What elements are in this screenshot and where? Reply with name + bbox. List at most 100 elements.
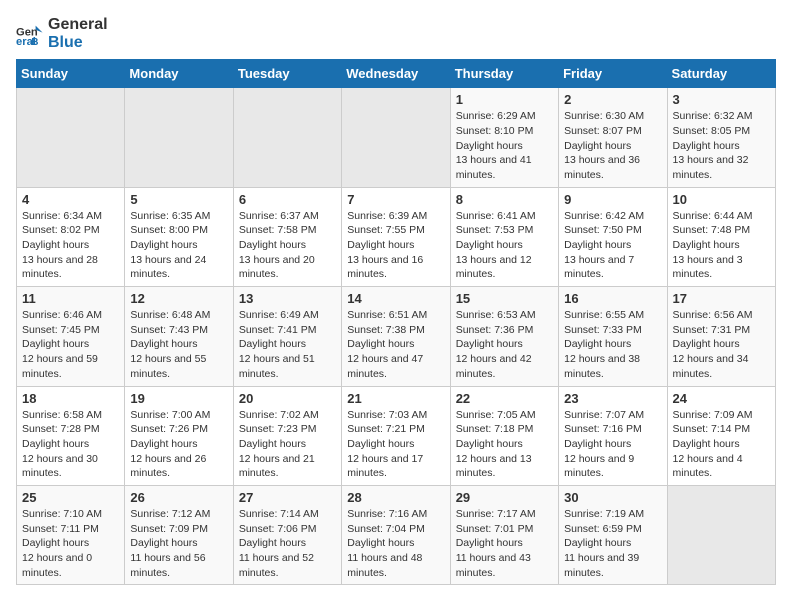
day-info: Sunrise: 6:48 AMSunset: 7:43 PMDaylight … [130, 308, 227, 381]
calendar-cell: 2Sunrise: 6:30 AMSunset: 8:07 PMDaylight… [559, 88, 667, 187]
calendar-cell: 8 Sunrise: 6:41 AMSunset: 7:53 PMDaylight… [450, 187, 558, 286]
calendar-week-row: 11 Sunrise: 6:46 AMSunset: 7:45 PMDayligh… [17, 287, 776, 386]
calendar-table: SundayMondayTuesdayWednesdayThursdayFrid… [16, 59, 776, 585]
calendar-cell: 29 Sunrise: 7:17 AMSunset: 7:01 PMDayligh… [450, 485, 558, 584]
weekday-header: Friday [559, 60, 667, 88]
calendar-cell [17, 88, 125, 187]
calendar-cell: 30Sunrise: 7:19 AMSunset: 6:59 PMDayligh… [559, 485, 667, 584]
calendar-cell: 12 Sunrise: 6:48 AMSunset: 7:43 PMDayligh… [125, 287, 233, 386]
day-number: 7 [347, 192, 444, 207]
calendar-cell: 3Sunrise: 6:32 AMSunset: 8:05 PMDaylight… [667, 88, 775, 187]
day-info: Sunrise: 6:35 AMSunset: 8:00 PMDaylight … [130, 209, 227, 282]
day-info: Sunrise: 6:41 AMSunset: 7:53 PMDaylight … [456, 209, 553, 282]
calendar-cell: 20 Sunrise: 7:02 AMSunset: 7:23 PMDayligh… [233, 386, 341, 485]
calendar-cell [667, 485, 775, 584]
day-info: Sunrise: 7:17 AMSunset: 7:01 PMDaylight … [456, 507, 553, 580]
day-info: Sunrise: 7:14 AMSunset: 7:06 PMDaylight … [239, 507, 336, 580]
day-info: Sunrise: 6:56 AMSunset: 7:31 PMDaylight … [673, 308, 770, 381]
calendar-cell: 18Sunrise: 6:58 AMSunset: 7:28 PMDayligh… [17, 386, 125, 485]
day-info: Sunrise: 7:00 AMSunset: 7:26 PMDaylight … [130, 408, 227, 481]
day-info: Sunrise: 6:34 AMSunset: 8:02 PMDaylight … [22, 209, 119, 282]
day-info: Sunrise: 6:29 AMSunset: 8:10 PMDaylight … [456, 109, 553, 182]
day-number: 20 [239, 391, 336, 406]
header: Gen eral B General Blue [16, 16, 776, 51]
day-number: 15 [456, 291, 553, 306]
day-info: Sunrise: 7:02 AMSunset: 7:23 PMDaylight … [239, 408, 336, 481]
calendar-cell [125, 88, 233, 187]
logo: Gen eral B General Blue [16, 16, 108, 51]
day-number: 8 [456, 192, 553, 207]
calendar-cell: 14 Sunrise: 6:51 AMSunset: 7:38 PMDayligh… [342, 287, 450, 386]
calendar-cell: 10 Sunrise: 6:44 AMSunset: 7:48 PMDayligh… [667, 187, 775, 286]
weekday-header: Saturday [667, 60, 775, 88]
weekday-header: Thursday [450, 60, 558, 88]
calendar-cell: 19 Sunrise: 7:00 AMSunset: 7:26 PMDayligh… [125, 386, 233, 485]
day-info: Sunrise: 6:55 AMSunset: 7:33 PMDaylight … [564, 308, 661, 381]
calendar-header-row: SundayMondayTuesdayWednesdayThursdayFrid… [17, 60, 776, 88]
day-info: Sunrise: 6:44 AMSunset: 7:48 PMDaylight … [673, 209, 770, 282]
day-info: Sunrise: 7:19 AMSunset: 6:59 PMDaylight … [564, 507, 661, 580]
calendar-cell: 7 Sunrise: 6:39 AMSunset: 7:55 PMDaylight… [342, 187, 450, 286]
calendar-cell [233, 88, 341, 187]
weekday-header: Tuesday [233, 60, 341, 88]
weekday-header: Wednesday [342, 60, 450, 88]
day-info: Sunrise: 6:30 AMSunset: 8:07 PMDaylight … [564, 109, 661, 182]
day-number: 10 [673, 192, 770, 207]
day-number: 13 [239, 291, 336, 306]
calendar-cell: 15 Sunrise: 6:53 AMSunset: 7:36 PMDayligh… [450, 287, 558, 386]
calendar-week-row: 25 Sunrise: 7:10 AMSunset: 7:11 PMDayligh… [17, 485, 776, 584]
logo-icon: Gen eral B [16, 20, 44, 48]
calendar-cell: 27 Sunrise: 7:14 AMSunset: 7:06 PMDayligh… [233, 485, 341, 584]
day-info: Sunrise: 6:51 AMSunset: 7:38 PMDaylight … [347, 308, 444, 381]
day-info: Sunrise: 6:42 AMSunset: 7:50 PMDaylight … [564, 209, 661, 282]
day-number: 21 [347, 391, 444, 406]
day-number: 24 [673, 391, 770, 406]
calendar-cell: 9Sunrise: 6:42 AMSunset: 7:50 PMDaylight… [559, 187, 667, 286]
weekday-header: Sunday [17, 60, 125, 88]
day-number: 14 [347, 291, 444, 306]
day-number: 17 [673, 291, 770, 306]
day-number: 18 [22, 391, 119, 406]
day-number: 5 [130, 192, 227, 207]
calendar-cell: 16 Sunrise: 6:55 AMSunset: 7:33 PMDayligh… [559, 287, 667, 386]
day-info: Sunrise: 7:16 AMSunset: 7:04 PMDaylight … [347, 507, 444, 580]
calendar-week-row: 18Sunrise: 6:58 AMSunset: 7:28 PMDayligh… [17, 386, 776, 485]
day-info: Sunrise: 7:05 AMSunset: 7:18 PMDaylight … [456, 408, 553, 481]
day-number: 19 [130, 391, 227, 406]
calendar-cell: 23Sunrise: 7:07 AMSunset: 7:16 PMDayligh… [559, 386, 667, 485]
day-number: 16 [564, 291, 661, 306]
calendar-cell: 28 Sunrise: 7:16 AMSunset: 7:04 PMDayligh… [342, 485, 450, 584]
day-number: 29 [456, 490, 553, 505]
calendar-cell [342, 88, 450, 187]
calendar-cell: 11 Sunrise: 6:46 AMSunset: 7:45 PMDayligh… [17, 287, 125, 386]
calendar-cell: 13Sunrise: 6:49 AMSunset: 7:41 PMDayligh… [233, 287, 341, 386]
day-number: 11 [22, 291, 119, 306]
calendar-cell: 4 Sunrise: 6:34 AMSunset: 8:02 PMDaylight… [17, 187, 125, 286]
day-number: 22 [456, 391, 553, 406]
day-info: Sunrise: 6:39 AMSunset: 7:55 PMDaylight … [347, 209, 444, 282]
day-info: Sunrise: 6:46 AMSunset: 7:45 PMDaylight … [22, 308, 119, 381]
calendar-cell: 22 Sunrise: 7:05 AMSunset: 7:18 PMDayligh… [450, 386, 558, 485]
day-number: 25 [22, 490, 119, 505]
day-number: 4 [22, 192, 119, 207]
calendar-cell: 6Sunrise: 6:37 AMSunset: 7:58 PMDaylight… [233, 187, 341, 286]
calendar-cell: 21 Sunrise: 7:03 AMSunset: 7:21 PMDayligh… [342, 386, 450, 485]
day-number: 6 [239, 192, 336, 207]
day-number: 28 [347, 490, 444, 505]
day-info: Sunrise: 7:03 AMSunset: 7:21 PMDaylight … [347, 408, 444, 481]
calendar-cell: 17 Sunrise: 6:56 AMSunset: 7:31 PMDayligh… [667, 287, 775, 386]
weekday-header: Monday [125, 60, 233, 88]
calendar-cell: 26Sunrise: 7:12 AMSunset: 7:09 PMDayligh… [125, 485, 233, 584]
day-number: 1 [456, 92, 553, 107]
day-info: Sunrise: 7:10 AMSunset: 7:11 PMDaylight … [22, 507, 119, 580]
day-number: 27 [239, 490, 336, 505]
day-info: Sunrise: 7:12 AMSunset: 7:09 PMDaylight … [130, 507, 227, 580]
day-info: Sunrise: 7:07 AMSunset: 7:16 PMDaylight … [564, 408, 661, 481]
calendar-week-row: 1 Sunrise: 6:29 AMSunset: 8:10 PMDaylight… [17, 88, 776, 187]
day-number: 12 [130, 291, 227, 306]
calendar-cell: 5 Sunrise: 6:35 AMSunset: 8:00 PMDaylight… [125, 187, 233, 286]
calendar-cell: 1 Sunrise: 6:29 AMSunset: 8:10 PMDaylight… [450, 88, 558, 187]
day-number: 3 [673, 92, 770, 107]
day-info: Sunrise: 6:53 AMSunset: 7:36 PMDaylight … [456, 308, 553, 381]
day-info: Sunrise: 7:09 AMSunset: 7:14 PMDaylight … [673, 408, 770, 481]
